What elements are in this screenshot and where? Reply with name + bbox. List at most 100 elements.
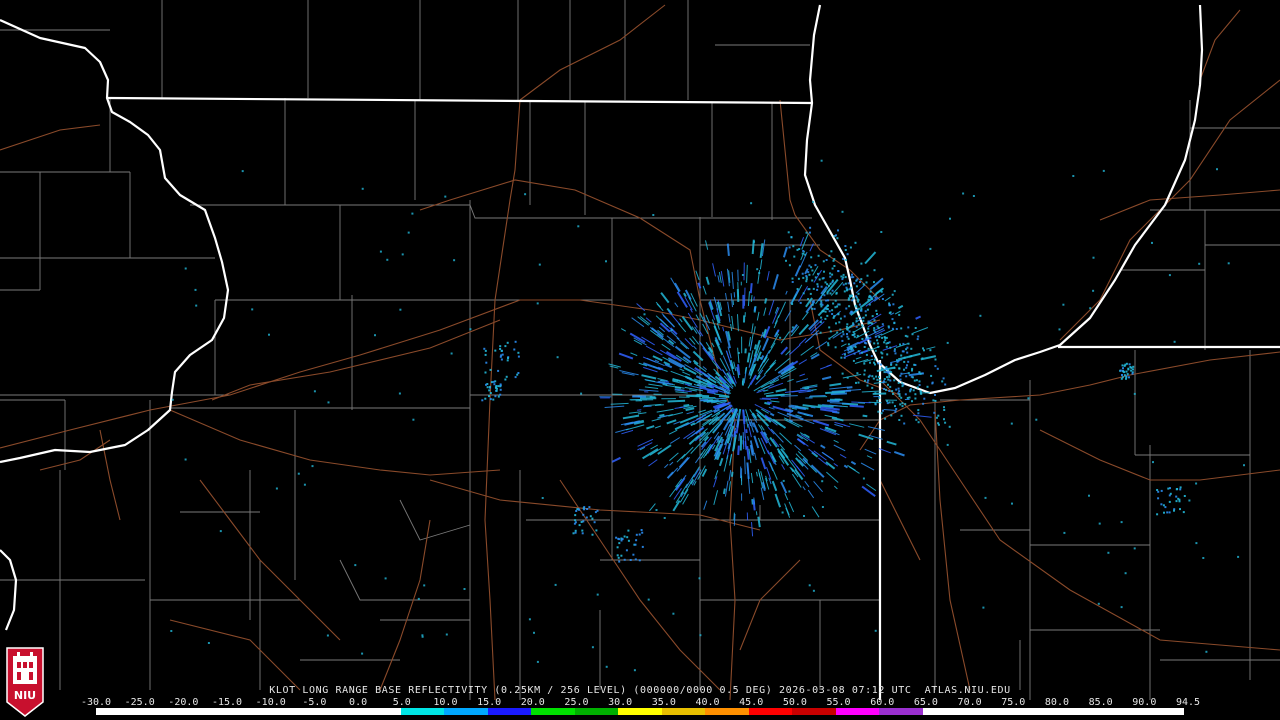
echo-streak bbox=[747, 436, 749, 441]
echo-pixel bbox=[907, 372, 910, 375]
echo-pixel bbox=[855, 295, 858, 298]
colorbar-segment bbox=[661, 708, 706, 715]
echo-pixel bbox=[640, 529, 643, 531]
echo-pixel bbox=[979, 314, 982, 317]
echo-pixel bbox=[897, 381, 900, 384]
echo-pixel bbox=[879, 363, 882, 366]
scale-label: -30.0 bbox=[80, 697, 112, 708]
echo-pixel bbox=[788, 246, 791, 249]
echo-pixel bbox=[627, 539, 630, 542]
echo-pixel bbox=[499, 383, 502, 386]
echo-streak bbox=[733, 513, 736, 526]
echo-pixel bbox=[846, 333, 848, 335]
scale-label: 0.0 bbox=[349, 697, 368, 708]
echo-pixel bbox=[489, 392, 492, 394]
echo-pixel bbox=[874, 335, 877, 338]
colorbar-segment bbox=[792, 708, 836, 715]
echo-pixel bbox=[581, 529, 584, 532]
echo-pixel bbox=[872, 377, 875, 380]
scale-label: 10.0 bbox=[433, 697, 458, 708]
echo-pixel bbox=[620, 539, 623, 542]
echo-pixel bbox=[906, 346, 909, 349]
echo-pixel bbox=[878, 336, 881, 338]
echo-pixel bbox=[1098, 522, 1101, 525]
echo-pixel bbox=[867, 347, 870, 350]
echo-pixel bbox=[857, 298, 859, 301]
echo-pixel bbox=[984, 496, 987, 499]
echo-pixel bbox=[840, 356, 843, 359]
echo-pixel bbox=[486, 386, 489, 389]
echo-pixel bbox=[1160, 503, 1163, 506]
echo-pixel bbox=[845, 259, 847, 261]
echo-pixel bbox=[879, 379, 881, 382]
echo-pixel bbox=[917, 421, 920, 424]
echo-pixel bbox=[845, 307, 848, 310]
echo-pixel bbox=[842, 273, 845, 276]
echo-pixel bbox=[805, 280, 808, 283]
echo-pixel bbox=[1156, 489, 1159, 491]
echo-pixel bbox=[577, 225, 580, 228]
echo-streak bbox=[811, 389, 817, 391]
echo-pixel bbox=[297, 472, 300, 475]
colorbar-segment bbox=[1009, 708, 1054, 715]
echo-pixel bbox=[807, 298, 810, 301]
echo-pixel bbox=[907, 342, 910, 345]
echo-pixel bbox=[919, 372, 922, 375]
echo-pixel bbox=[423, 584, 426, 587]
echo-pixel bbox=[638, 533, 641, 536]
echo-pixel bbox=[941, 380, 944, 383]
echo-pixel bbox=[846, 376, 849, 379]
echo-pixel bbox=[829, 292, 832, 295]
echo-pixel bbox=[843, 290, 846, 293]
echo-pixel bbox=[832, 259, 835, 262]
echo-pixel bbox=[828, 254, 831, 257]
colorbar-segment bbox=[835, 708, 880, 715]
echo-pixel bbox=[907, 326, 910, 329]
echo-pixel bbox=[536, 660, 539, 663]
echo-pixel bbox=[618, 560, 621, 563]
echo-pixel bbox=[582, 513, 585, 516]
echo-pixel bbox=[883, 388, 886, 390]
echo-pixel bbox=[1168, 511, 1171, 514]
echo-pixel bbox=[635, 539, 638, 542]
echo-pixel bbox=[839, 317, 842, 320]
echo-pixel bbox=[842, 257, 845, 260]
echo-streak bbox=[642, 405, 652, 408]
echo-pixel bbox=[620, 554, 623, 557]
scale-label: 65.0 bbox=[913, 697, 938, 708]
colorbar-segment bbox=[1053, 708, 1097, 715]
echo-pixel bbox=[533, 631, 535, 634]
echo-pixel bbox=[837, 229, 839, 232]
echo-pixel bbox=[886, 353, 889, 356]
echo-pixel bbox=[825, 307, 828, 310]
echo-pixel bbox=[865, 281, 868, 284]
echo-pixel bbox=[900, 354, 903, 357]
echo-pixel bbox=[826, 292, 829, 295]
echo-pixel bbox=[497, 369, 500, 372]
echo-pixel bbox=[1182, 511, 1185, 514]
echo-pixel bbox=[808, 288, 811, 291]
echo-pixel bbox=[793, 255, 796, 258]
echo-streak bbox=[862, 414, 868, 418]
echo-pixel bbox=[830, 250, 833, 253]
echo-pixel bbox=[852, 297, 855, 300]
echo-pixel bbox=[831, 279, 834, 282]
radar-map bbox=[0, 0, 1280, 720]
echo-pixel bbox=[866, 381, 869, 384]
echo-streak bbox=[742, 409, 746, 425]
echo-pixel bbox=[663, 517, 666, 519]
echo-pixel bbox=[538, 263, 541, 266]
echo-pixel bbox=[361, 652, 364, 655]
echo-pixel bbox=[1168, 500, 1171, 503]
echo-pixel bbox=[899, 378, 902, 381]
echo-streak bbox=[810, 406, 816, 409]
echo-pixel bbox=[625, 549, 628, 552]
echo-pixel bbox=[899, 343, 901, 346]
echo-pixel bbox=[504, 378, 507, 381]
echo-pixel bbox=[855, 320, 858, 323]
echo-pixel bbox=[815, 333, 818, 336]
echo-pixel bbox=[887, 383, 889, 386]
echo-pixel bbox=[812, 287, 815, 290]
echo-pixel bbox=[737, 352, 740, 354]
echo-pixel bbox=[401, 253, 404, 256]
